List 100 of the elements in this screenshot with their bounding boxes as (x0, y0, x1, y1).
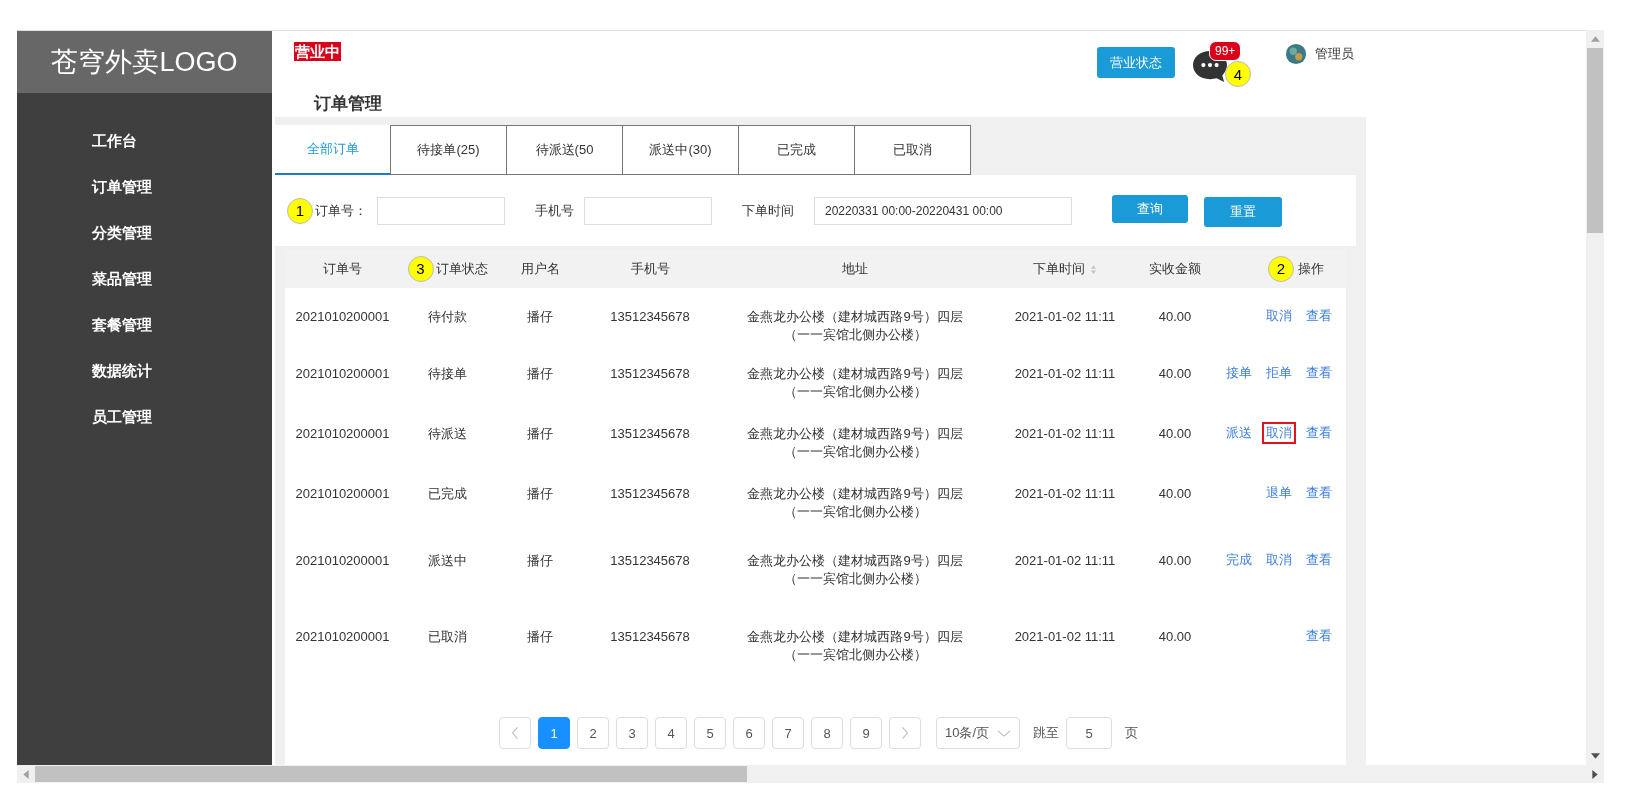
status-badge: 营业中 (294, 42, 341, 61)
page-button[interactable]: 6 (733, 717, 765, 749)
action-link[interactable]: 接单 (1222, 362, 1256, 384)
column-header: 下单时间 (1033, 260, 1085, 278)
column-header: 实收金额 (1149, 260, 1201, 278)
table-cell: 2021-01-02 11:11 (1014, 485, 1116, 503)
jump-label: 跳至 (1033, 724, 1060, 742)
user-name: 管理员 (1315, 45, 1354, 63)
table-cell: 播仔 (527, 425, 553, 443)
table-cell-text: 金燕龙办公楼（建材城西路9号）四层（一一宾馆北侧办公楼） (746, 425, 964, 461)
table-cell: 2021010200001 (295, 308, 390, 326)
action-link[interactable]: 查看 (1302, 482, 1336, 504)
table-cell: 2021-01-02 11:11 (1014, 628, 1116, 646)
page-input[interactable]: 5 (1066, 717, 1113, 749)
table-cell: 13512345678 (610, 425, 690, 443)
table-cell: 13512345678 (610, 628, 690, 646)
column-header: 订单号 (323, 260, 362, 278)
previous-page-button[interactable] (499, 717, 531, 749)
annotation-marker: 2 (1268, 256, 1294, 282)
sidebar-item[interactable]: 订单管理 (17, 174, 272, 220)
table-cell: 已取消 (428, 628, 467, 646)
scroll-down-icon[interactable] (1590, 753, 1600, 759)
action-link[interactable]: 取消 (1262, 422, 1296, 444)
table-cell: 2021010200001 (295, 552, 390, 570)
page-button[interactable]: 5 (694, 717, 726, 749)
page-button[interactable]: 4 (655, 717, 687, 749)
column-header: 用户名 (520, 260, 560, 278)
table-cell: 2021-01-02 11:11 (1014, 425, 1116, 443)
input-field[interactable] (377, 196, 505, 225)
table-cell: 13512345678 (610, 308, 690, 326)
scroll-up-icon[interactable] (1590, 36, 1600, 42)
action-link[interactable]: 取消 (1262, 305, 1296, 327)
table-cell: 已完成 (428, 485, 467, 503)
action-link[interactable]: 查看 (1302, 422, 1336, 444)
field-label: 下单时间 (742, 201, 794, 220)
page-button[interactable]: 7 (772, 717, 804, 749)
table-cell: 待接单 (428, 365, 467, 383)
tab[interactable]: 待派送(50 (506, 125, 623, 175)
column-header: 地址 (841, 260, 869, 278)
scrollbar-thumb[interactable] (1587, 48, 1603, 233)
action-link[interactable]: 查看 (1302, 549, 1336, 571)
column-header: 手机号 (630, 260, 670, 278)
scroll-right-icon[interactable] (1592, 769, 1598, 779)
table-cell-text: 金燕龙办公楼（建材城西路9号）四层（一一宾馆北侧办公楼） (746, 628, 964, 664)
sidebar-item[interactable]: 套餐管理 (17, 312, 272, 358)
tab[interactable]: 已完成 (738, 125, 855, 175)
table-cell: 40.00 (1158, 485, 1192, 503)
sort-icon[interactable] (1090, 263, 1097, 275)
chevron-down-icon (997, 728, 1012, 738)
page-unit: 页 (1125, 724, 1139, 742)
sidebar-item[interactable]: 分类管理 (17, 220, 272, 266)
annotation-marker: 4 (1225, 61, 1251, 87)
next-page-button[interactable] (889, 717, 921, 749)
chevron-left-icon (511, 726, 519, 740)
input-field[interactable] (584, 196, 712, 225)
table-cell: 2021010200001 (295, 485, 390, 503)
page-button[interactable]: 9 (850, 717, 882, 749)
action-link[interactable]: 派送 (1222, 422, 1256, 444)
action-link[interactable]: 查看 (1302, 362, 1336, 384)
column-header: 订单状态 (435, 260, 488, 278)
sidebar-item[interactable]: 工作台 (17, 128, 272, 174)
action-link[interactable]: 取消 (1262, 549, 1296, 571)
tab[interactable]: 已取消 (854, 125, 971, 175)
action-link[interactable]: 查看 (1302, 305, 1336, 327)
page-button[interactable]: 3 (616, 717, 648, 749)
action-link[interactable]: 退单 (1262, 482, 1296, 504)
avatar-icon (1285, 43, 1307, 65)
tab[interactable]: 派送中(30) (622, 125, 739, 175)
action-link[interactable]: 查看 (1302, 625, 1336, 647)
table-cell: 播仔 (527, 628, 553, 646)
table-cell: 40.00 (1158, 425, 1192, 443)
annotation-marker: 1 (287, 197, 313, 224)
input-field[interactable]: 20220331 00:00-20220431 00:00 (814, 196, 1072, 225)
table-cell: 2021010200001 (295, 365, 390, 383)
table-cell-text: 金燕龙办公楼（建材城西路9号）四层（一一宾馆北侧办公楼） (746, 485, 964, 521)
table-cell: 40.00 (1158, 628, 1192, 646)
tab[interactable]: 待接单(25) (390, 125, 507, 175)
sidebar-item[interactable]: 菜品管理 (17, 266, 272, 312)
page-button[interactable]: 2 (577, 717, 609, 749)
sidebar-item[interactable]: 数据统计 (17, 358, 272, 404)
table-cell: 40.00 (1158, 552, 1192, 570)
table-cell-text: 金燕龙办公楼（建材城西路9号）四层（一一宾馆北侧办公楼） (746, 308, 964, 344)
page-button[interactable]: 8 (811, 717, 843, 749)
page-size-select[interactable]: 10条/页 (936, 717, 1021, 749)
scroll-left-icon[interactable] (23, 769, 29, 779)
horizontal-scrollbar[interactable] (17, 765, 1604, 783)
action-link[interactable]: 完成 (1222, 549, 1256, 571)
scrollbar-thumb[interactable] (35, 766, 747, 782)
table-cell: 2021-01-02 11:11 (1014, 552, 1116, 570)
table-cell: 40.00 (1158, 365, 1192, 383)
table-cell: 待派送 (428, 425, 467, 443)
table-cell: 2021-01-02 11:11 (1014, 308, 1116, 326)
table-cell: 播仔 (527, 552, 553, 570)
column-header: 操作 (1298, 260, 1324, 278)
action-link[interactable]: 拒单 (1262, 362, 1296, 384)
sidebar-item[interactable]: 员工管理 (17, 404, 272, 450)
vertical-scrollbar[interactable] (1586, 30, 1604, 765)
page-title: 订单管理 (314, 93, 382, 115)
table-cell: 播仔 (527, 308, 553, 326)
table-cell: 40.00 (1158, 308, 1192, 326)
